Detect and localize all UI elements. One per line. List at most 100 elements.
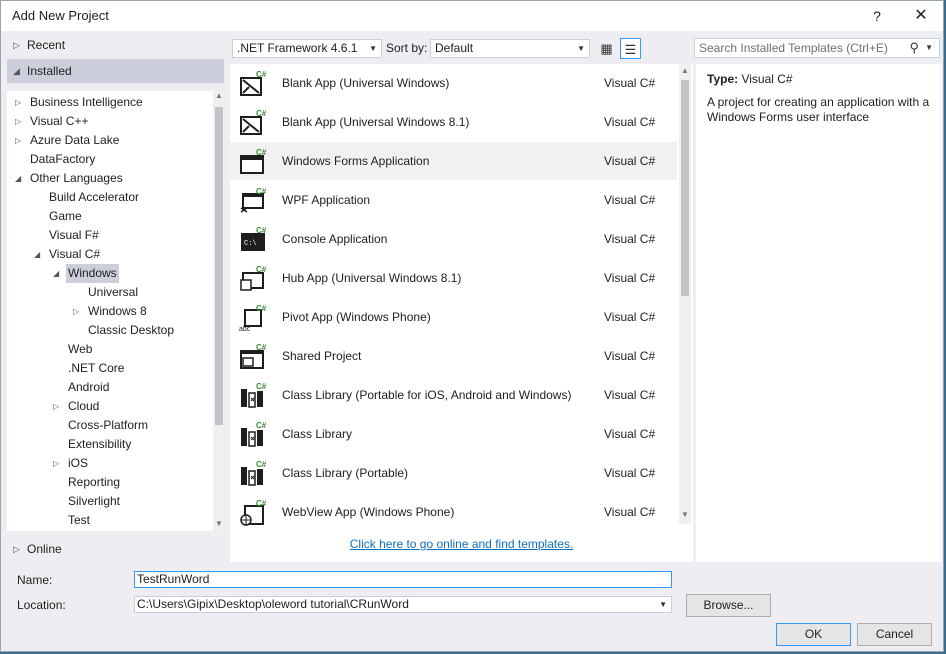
tree-item[interactable]: Build Accelerator	[47, 188, 141, 207]
list-view-icon: ☰	[624, 42, 637, 57]
category-tree: ▷ Business Intelligence ▷ Visual C++ ▷ Azure …	[7, 91, 213, 531]
dropdown-arrow-icon[interactable]: ▼	[925, 39, 933, 57]
console-icon: C:\ C#	[239, 225, 267, 253]
tree-item[interactable]: Test	[66, 511, 92, 530]
grid-view-button[interactable]: ▦	[596, 38, 617, 59]
tree-scroll-thumb[interactable]	[215, 107, 223, 425]
template-row[interactable]: C# Blank App (Universal Windows) Visual C#	[230, 64, 677, 102]
chevron-down-icon[interactable]: ◢	[53, 264, 59, 283]
dropdown-arrow-icon: ▼	[369, 44, 377, 53]
template-row[interactable]: C# Hub App (Universal Windows 8.1) Visual …	[230, 259, 677, 297]
location-value: C:\Users\Gipix\Desktop\oleword tutorial\…	[137, 597, 409, 611]
ok-button[interactable]: OK	[776, 623, 851, 646]
scroll-down-icon[interactable]: ▼	[679, 510, 691, 519]
tree-item[interactable]: Universal	[86, 283, 140, 302]
template-row[interactable]: C# Windows Forms Application Visual C#	[230, 142, 677, 180]
tree-item[interactable]: Visual C#	[47, 245, 102, 264]
tree-item[interactable]: Classic Desktop	[86, 321, 176, 340]
template-row[interactable]: C:\ C# Console Application Visual C#	[230, 220, 677, 258]
chevron-right-icon[interactable]: ▷	[15, 112, 21, 131]
find-templates-online-link[interactable]: Click here to go online and find templat…	[230, 537, 693, 551]
svg-text:C#: C#	[256, 499, 267, 508]
grid-view-icon: ▦	[600, 41, 613, 56]
template-row[interactable]: C# Class Library (Portable) Visual C#	[230, 454, 677, 492]
template-row[interactable]: C# Blank App (Universal Windows 8.1) Visua…	[230, 103, 677, 141]
tree-item[interactable]: Visual C++	[28, 112, 90, 131]
project-name-input[interactable]: TestRunWord	[134, 571, 672, 588]
search-placeholder: Search Installed Templates (Ctrl+E)	[699, 41, 888, 55]
framework-dropdown[interactable]: .NET Framework 4.6.1 ▼	[232, 39, 382, 58]
template-description: A project for creating an application wi…	[707, 95, 930, 124]
tree-item[interactable]: Windows 8	[86, 302, 149, 321]
scroll-up-icon[interactable]: ▲	[213, 91, 225, 100]
template-language: Visual C#	[604, 310, 656, 324]
tree-item[interactable]: Game	[47, 207, 84, 226]
location-combobox[interactable]: C:\Users\Gipix\Desktop\oleword tutorial\…	[134, 596, 672, 613]
chevron-down-icon[interactable]: ◢	[34, 245, 40, 264]
windows-forms-icon: C#	[239, 147, 267, 175]
tree-item[interactable]: Visual F#	[47, 226, 101, 245]
tree-item[interactable]: Extensibility	[66, 435, 133, 454]
tree-item[interactable]: DataFactory	[28, 150, 97, 169]
online-label: Online	[27, 542, 62, 556]
tree-item[interactable]: Cloud	[66, 397, 101, 416]
template-row[interactable]: C# Shared Project Visual C#	[230, 337, 677, 375]
template-row[interactable]: C# Class Library (Portable for iOS, Andro…	[230, 376, 677, 414]
svg-text:C#: C#	[256, 70, 267, 79]
template-scrollbar[interactable]: ▲ ▼	[679, 64, 691, 524]
template-name: Hub App (Universal Windows 8.1)	[282, 271, 462, 285]
search-icon[interactable]: ⚲	[909, 39, 919, 57]
tree-item[interactable]: Business Intelligence	[28, 93, 145, 112]
tree-item[interactable]: Silverlight	[66, 492, 122, 511]
template-name: Pivot App (Windows Phone)	[282, 310, 431, 324]
close-button[interactable]: ✕	[901, 1, 941, 31]
tree-item[interactable]: Android	[66, 378, 111, 397]
svg-text:abc: abc	[239, 326, 251, 331]
tree-item[interactable]: .NET Core	[66, 359, 126, 378]
tree-item[interactable]: Web	[66, 340, 94, 359]
template-scroll-thumb[interactable]	[681, 80, 689, 296]
template-name: Blank App (Universal Windows 8.1)	[282, 115, 470, 129]
recent-section[interactable]: ▷ Recent	[7, 33, 224, 57]
installed-section[interactable]: ◢ Installed	[7, 59, 224, 83]
help-button[interactable]: ?	[857, 1, 897, 31]
template-row[interactable]: C# WPF Application Visual C#	[230, 181, 677, 219]
tree-item[interactable]: Azure Data Lake	[28, 131, 121, 150]
svg-text:C#: C#	[256, 421, 267, 430]
sort-dropdown[interactable]: Default ▼	[430, 39, 590, 58]
chevron-down-icon[interactable]: ◢	[15, 169, 21, 188]
template-language: Visual C#	[604, 349, 656, 363]
chevron-right-icon[interactable]: ▷	[53, 397, 59, 416]
type-label: Type:	[707, 72, 739, 86]
list-view-button[interactable]: ☰	[620, 38, 641, 59]
chevron-right-icon[interactable]: ▷	[53, 454, 59, 473]
template-language: Visual C#	[604, 154, 656, 168]
template-language: Visual C#	[604, 193, 656, 207]
scroll-down-icon[interactable]: ▼	[213, 519, 225, 528]
tree-item[interactable]: iOS	[66, 454, 90, 473]
sort-by-label: Sort by:	[386, 41, 428, 55]
tree-item[interactable]: Cross-Platform	[66, 416, 150, 435]
tree-item[interactable]: Other Languages	[28, 169, 125, 188]
online-section[interactable]: ▷ Online	[7, 537, 224, 561]
search-input[interactable]: Search Installed Templates (Ctrl+E) ⚲ ▼	[694, 38, 940, 58]
cancel-button[interactable]: Cancel	[857, 623, 932, 646]
template-row[interactable]: C# WebView App (Windows Phone) Visual C#	[230, 493, 677, 531]
template-row[interactable]: C# Class Library Visual C#	[230, 415, 677, 453]
template-name: Class Library	[282, 427, 353, 441]
svg-text:C:\: C:\	[244, 240, 257, 248]
browse-button[interactable]: Browse...	[686, 594, 771, 617]
scroll-up-icon[interactable]: ▲	[679, 66, 691, 75]
class-library-icon: C#	[239, 459, 267, 487]
tree-item[interactable]: Reporting	[66, 473, 122, 492]
universal-app-icon: C#	[239, 69, 267, 97]
chevron-right-icon[interactable]: ▷	[73, 302, 79, 321]
chevron-right-icon[interactable]: ▷	[15, 131, 21, 150]
dropdown-arrow-icon[interactable]: ▼	[659, 597, 667, 612]
chevron-right-icon[interactable]: ▷	[15, 93, 21, 112]
tree-scrollbar[interactable]: ▲ ▼	[213, 91, 224, 531]
universal-app-icon: C#	[239, 108, 267, 136]
svg-text:C#: C#	[256, 265, 267, 274]
template-row[interactable]: abc C# Pivot App (Windows Phone) Visual C#	[230, 298, 677, 336]
tree-item[interactable]: Windows	[66, 264, 119, 283]
